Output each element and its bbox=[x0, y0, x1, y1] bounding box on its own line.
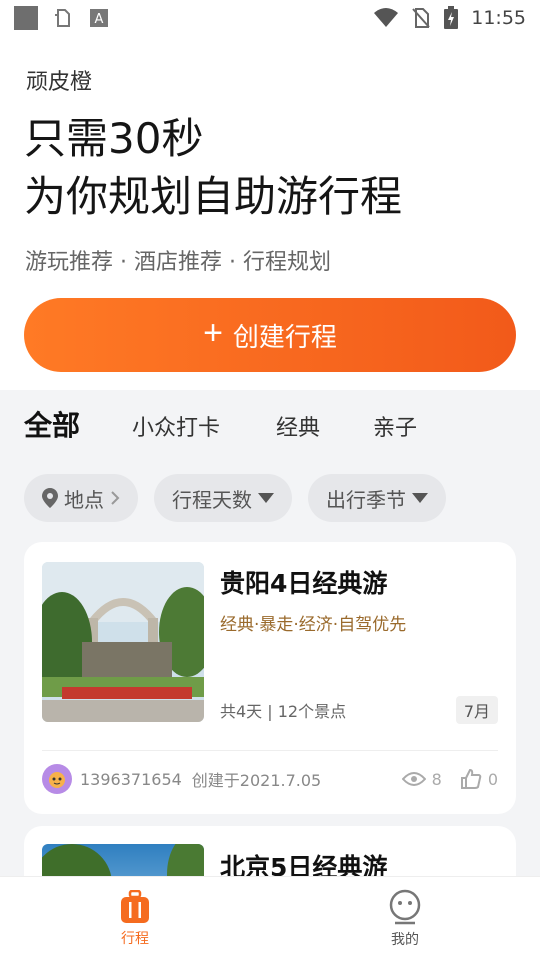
trip-card[interactable]: 贵阳4日经典游 经典·暴走·经济·自驾优先 共4天 | 12个景点 7月 139… bbox=[24, 542, 516, 814]
headline-line-2: 为你规划自助游行程 bbox=[24, 172, 403, 221]
filter-season[interactable]: 出行季节 bbox=[308, 474, 446, 522]
view-count: 8 bbox=[401, 769, 442, 789]
tab-niche-checkin[interactable]: 小众打卡 bbox=[132, 410, 220, 442]
eye-icon bbox=[401, 772, 426, 786]
nav-profile-label: 我的 bbox=[391, 931, 419, 948]
trip-title: 北京5日经典游 bbox=[220, 853, 388, 876]
headline: 只需30秒 为你规划自助游行程 bbox=[24, 110, 402, 226]
category-tabs: 全部 小众打卡 经典 亲子 bbox=[0, 402, 540, 450]
trip-month-badge: 7月 bbox=[455, 696, 498, 724]
trip-card[interactable]: 北京5日经典游 bbox=[24, 826, 516, 876]
square-icon bbox=[14, 6, 38, 30]
bottom-nav: 行程 我的 bbox=[0, 876, 540, 960]
trip-list-panel: 全部 小众打卡 经典 亲子 地点 行程天数 出行季节 贵阳4日经典游 经典·暴走… bbox=[0, 390, 540, 876]
caret-down-icon bbox=[412, 493, 428, 503]
plus-icon: + bbox=[203, 314, 223, 352]
create-trip-button[interactable]: + 创建行程 bbox=[24, 298, 516, 372]
trip-tags: 经典·暴走·经济·自驾优先 bbox=[220, 615, 407, 635]
nav-trips-label: 行程 bbox=[121, 930, 149, 947]
nav-profile[interactable]: 我的 bbox=[270, 877, 540, 960]
filter-bar: 地点 行程天数 出行季节 bbox=[24, 474, 446, 522]
wifi-icon bbox=[374, 8, 399, 27]
trip-meta: 共4天 | 12个景点 bbox=[220, 702, 347, 721]
tab-family[interactable]: 亲子 bbox=[373, 410, 417, 442]
nav-trips[interactable]: 行程 bbox=[0, 877, 270, 960]
a-icon: A bbox=[90, 9, 108, 27]
thumbs-up-icon bbox=[460, 769, 482, 789]
card-divider bbox=[42, 750, 498, 751]
trip-thumbnail bbox=[42, 562, 204, 722]
chevron-right-icon bbox=[111, 491, 120, 505]
no-sim-icon bbox=[412, 8, 430, 28]
tab-classic[interactable]: 经典 bbox=[276, 410, 320, 442]
location-pin-icon bbox=[42, 488, 58, 508]
file-icon bbox=[55, 9, 70, 27]
like-count-value: 0 bbox=[487, 769, 498, 789]
battery-charging-icon bbox=[444, 6, 459, 29]
status-bar: A 11:55 bbox=[0, 0, 540, 36]
caret-down-icon bbox=[258, 493, 274, 503]
created-date: 创建于2021.7.05 bbox=[191, 771, 322, 790]
create-trip-label: 创建行程 bbox=[232, 321, 337, 352]
trip-title: 贵阳4日经典游 bbox=[220, 569, 388, 598]
svg-text:A: A bbox=[95, 12, 104, 27]
filter-trip-days[interactable]: 行程天数 bbox=[154, 474, 292, 522]
tab-all[interactable]: 全部 bbox=[24, 404, 80, 444]
brand-name: 顽皮橙 bbox=[26, 70, 93, 95]
filter-location-label: 地点 bbox=[64, 487, 104, 512]
headline-line-1: 只需30秒 bbox=[24, 114, 204, 163]
filter-location[interactable]: 地点 bbox=[24, 474, 138, 522]
author-name[interactable]: 1396371654 bbox=[80, 770, 182, 789]
trip-thumbnail bbox=[42, 844, 204, 876]
subline: 游玩推荐 · 酒店推荐 · 行程规划 bbox=[25, 250, 331, 275]
filter-trip-days-label: 行程天数 bbox=[172, 487, 252, 512]
clock: 11:55 bbox=[471, 7, 526, 29]
suitcase-icon bbox=[121, 889, 149, 923]
profile-icon bbox=[389, 889, 421, 924]
trip-footer: 1396371654 创建于2021.7.05 8 0 bbox=[42, 762, 498, 796]
filter-season-label: 出行季节 bbox=[326, 487, 406, 512]
like-count[interactable]: 0 bbox=[460, 769, 498, 789]
view-count-value: 8 bbox=[431, 769, 442, 789]
avatar[interactable] bbox=[42, 764, 72, 794]
